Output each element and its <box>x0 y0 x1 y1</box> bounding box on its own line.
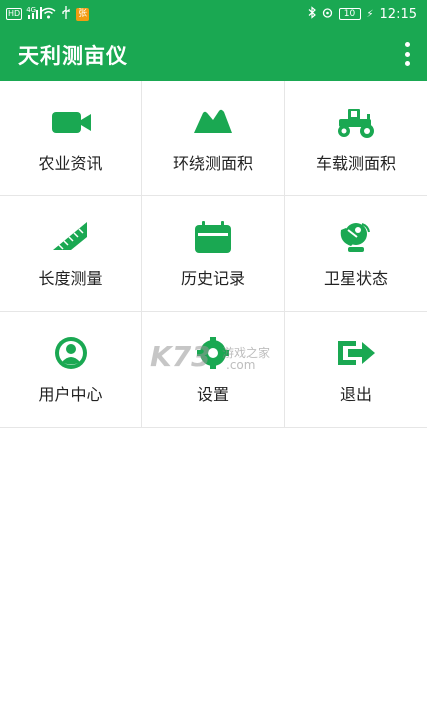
notification-app-icon: 张 <box>76 7 90 21</box>
app-title: 天利测亩仪 <box>18 44 128 68</box>
charging-icon: ⚡ <box>366 8 374 20</box>
status-bar: HD 4G 张 10 ⚡ 12:15 <box>0 0 427 28</box>
menu-item-label: 用户中心 <box>38 385 103 404</box>
menu-item-length-measure[interactable]: 长度测量 <box>0 196 142 312</box>
menu-item-satellite-status[interactable]: 卫星状态 <box>285 196 427 312</box>
menu-item-label: 设置 <box>196 385 229 404</box>
menu-item-label: 车载测面积 <box>315 154 396 173</box>
usb-icon <box>61 6 71 22</box>
menu-item-label: 卫星状态 <box>323 269 388 288</box>
menu-item-label: 长度测量 <box>38 269 103 288</box>
menu-item-user-center[interactable]: 用户中心 <box>0 312 142 428</box>
video-camera-icon <box>51 112 91 133</box>
menu-item-surround-area[interactable]: 环绕测面积 <box>142 81 285 196</box>
menu-item-vehicle-area[interactable]: 车载测面积 <box>285 81 427 196</box>
menu-item-label: 历史记录 <box>180 269 245 288</box>
bluetooth-icon <box>308 6 316 22</box>
signal-label: 4G <box>26 6 37 14</box>
ruler-icon <box>52 222 87 250</box>
battery-icon: 10 <box>338 8 361 20</box>
menu-item-label: 农业资讯 <box>38 154 103 173</box>
satellite-dish-icon <box>340 223 370 252</box>
mountain-icon <box>194 109 232 133</box>
menu-item-label: 退出 <box>339 385 372 404</box>
more-dot-icon <box>404 42 410 47</box>
app-bar: 天利测亩仪 <box>0 28 427 81</box>
user-icon <box>54 337 87 369</box>
clock: 12:15 <box>379 6 417 22</box>
exit-icon <box>338 341 375 365</box>
location-icon <box>322 7 333 22</box>
more-dot-icon <box>404 51 410 57</box>
hd-badge: HD <box>6 8 23 20</box>
wifi-icon <box>41 7 56 22</box>
menu-item-label: 环绕测面积 <box>172 154 253 173</box>
menu-item-exit[interactable]: 退出 <box>285 312 427 428</box>
more-options-button[interactable] <box>401 42 413 66</box>
gear-icon <box>197 337 229 369</box>
menu-item-history[interactable]: 历史记录 <box>142 196 285 312</box>
more-dot-icon <box>404 61 410 66</box>
tractor-icon <box>338 109 374 138</box>
feature-grid: 农业资讯 环绕测面积 车载测面积 长度测量 历史记录 卫星状态 用户中心 设置 … <box>0 81 427 428</box>
menu-item-agri-news[interactable]: 农业资讯 <box>0 81 142 196</box>
menu-item-settings[interactable]: 设置 <box>142 312 285 428</box>
calendar-icon <box>195 221 231 253</box>
